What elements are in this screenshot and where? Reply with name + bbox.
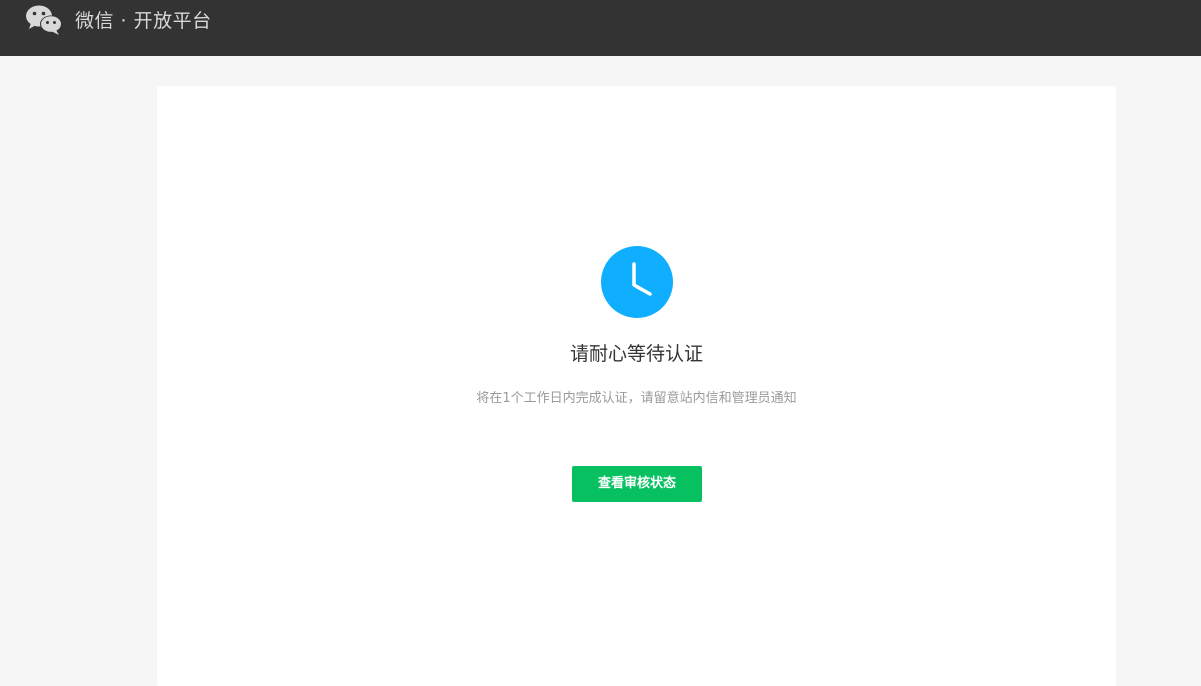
view-review-status-button[interactable]: 查看审核状态 <box>572 466 702 502</box>
main-card: 请耐心等待认证 将在1个工作日内完成认证，请留意站内信和管理员通知 查看审核状态 <box>157 86 1116 686</box>
top-header-bar: 微信 · 开放平台 <box>0 0 1201 56</box>
wechat-logo-icon[interactable] <box>25 4 63 36</box>
page-title: 请耐心等待认证 <box>569 343 703 365</box>
clock-icon <box>601 246 673 318</box>
status-description: 将在1个工作日内完成认证，请留意站内信和管理员通知 <box>476 391 797 406</box>
brand-title[interactable]: 微信 · 开放平台 <box>75 7 212 35</box>
